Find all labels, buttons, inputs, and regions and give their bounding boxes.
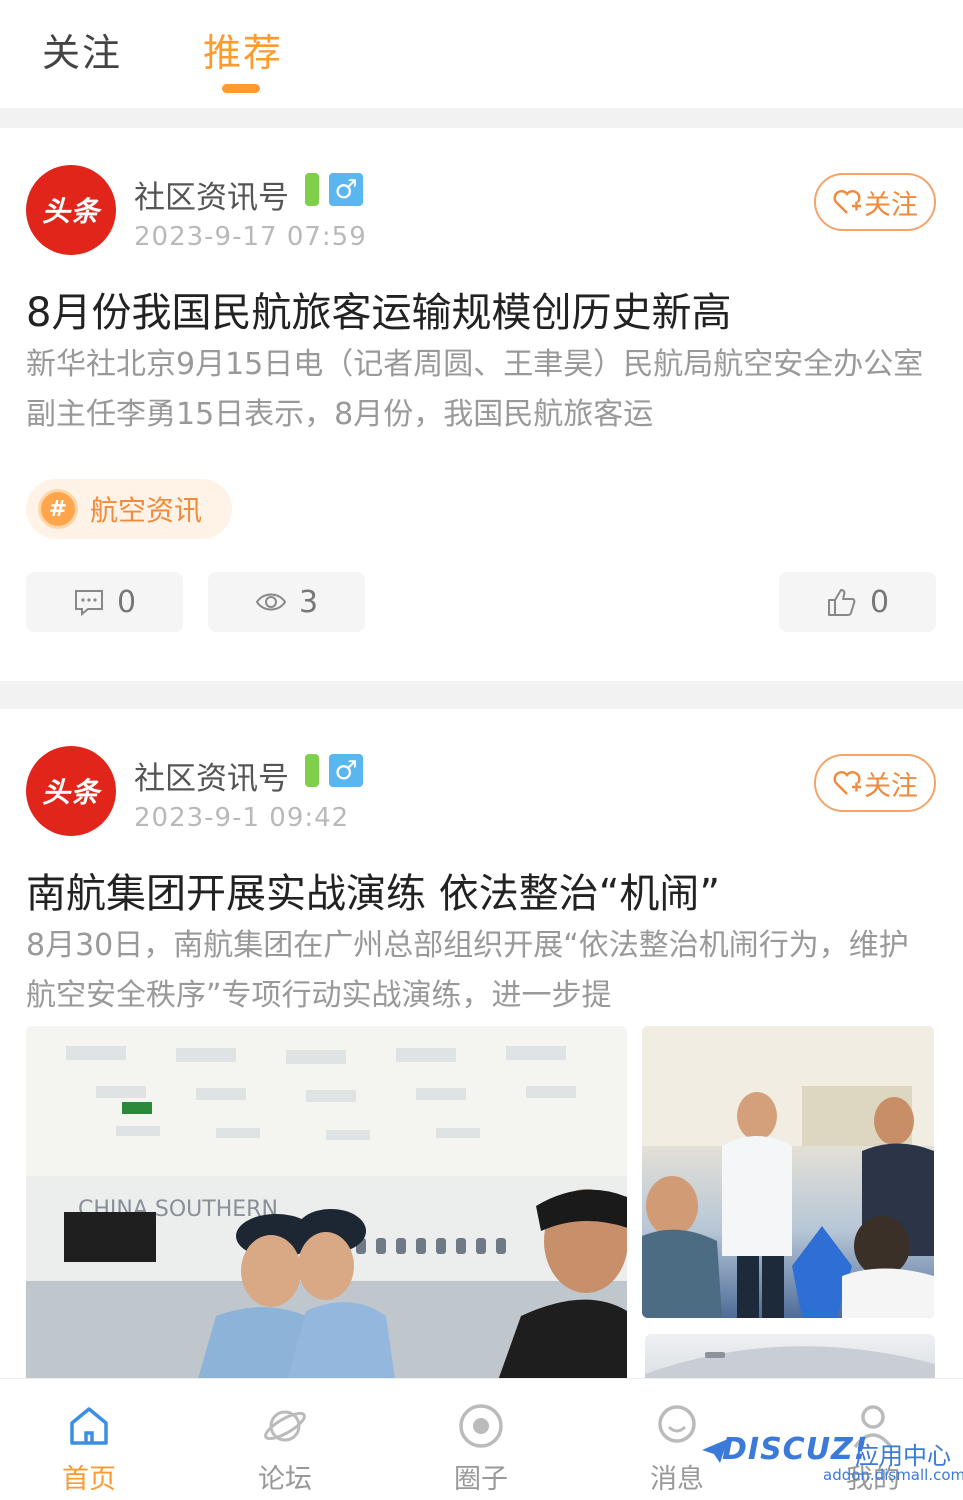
planet-icon [264,1410,306,1442]
heart-plus-icon [833,771,861,795]
heart-plus-icon [833,190,861,214]
avatar[interactable]: 头条 [26,746,116,836]
drill-scene-image: CHINA SOUTHERN [26,1026,627,1386]
follow-button[interactable]: 关注 [814,173,936,231]
avatar[interactable]: 头条 [26,165,116,255]
discuz-watermark: DISCUZ! 应用中心 addon.dismall.com [700,1432,963,1492]
follow-label: 关注 [864,189,918,221]
topic-label: 航空资讯 [90,494,203,527]
app-screen: 关注 推荐 头条 社区资讯号 ♂ 2023-9-17 07:59 关注 8月份我… [0,0,963,1500]
thumbs-up-icon [827,589,856,616]
post-photo-side[interactable] [642,1026,934,1318]
follow-label: 关注 [864,770,918,802]
nav-circle[interactable]: 圈子 [385,1379,577,1500]
post-time: 2023-9-17 07:59 [134,222,367,252]
tab-follow[interactable]: 关注 [42,22,122,77]
level-badge [305,173,319,206]
circle-icon [459,1404,503,1448]
follow-button[interactable]: 关注 [814,754,936,812]
cabin-scene-image [642,1026,934,1318]
watermark-url: addon.dismall.com [823,1466,963,1484]
home-icon [70,1407,108,1445]
post-card[interactable]: 头条 社区资讯号 ♂ 2023-9-17 07:59 关注 8月份我国民航旅客运… [0,128,963,681]
active-tab-indicator [222,84,260,93]
comment-button[interactable]: 0 [26,572,183,632]
views-button: 3 [208,572,365,632]
post-photo-main[interactable]: CHINA SOUTHERN [26,1026,627,1386]
watermark-logo: DISCUZ! [722,1432,869,1467]
like-count: 0 [869,584,890,620]
post-title[interactable]: 8月份我国民航旅客运输规模创历史新高 [26,280,731,338]
topic-tag[interactable]: # 航空资讯 [26,479,233,539]
comment-icon [74,590,103,617]
post-time: 2023-9-1 09:42 [134,803,350,833]
post-excerpt[interactable]: 新华社北京9月15日电（记者周圆、王聿昊）民航局航空安全办公室副主任李勇15日表… [26,340,936,440]
hashtag-icon: # [38,489,78,529]
male-icon: ♂ [329,754,363,787]
level-badge [305,754,319,787]
author-name[interactable]: 社区资讯号 [134,753,289,798]
tab-recommend[interactable]: 推荐 [203,22,283,77]
nav-home[interactable]: 首页 [0,1379,185,1500]
comment-count: 0 [116,584,137,620]
post-excerpt[interactable]: 8月30日，南航集团在广州总部组织开展“依法整治机闹行为，维护航空安全秩序”专项… [26,921,936,1021]
male-icon: ♂ [329,173,363,206]
post-title[interactable]: 南航集团开展实战演练 依法整治“机闹” [26,861,720,919]
message-icon [658,1405,696,1443]
view-count: 3 [298,584,319,620]
eye-icon [255,593,287,611]
nav-forum[interactable]: 论坛 [189,1379,381,1500]
author-name[interactable]: 社区资讯号 [134,172,289,217]
nav-circle-label: 圈子 [454,1464,508,1495]
nav-forum-label: 论坛 [258,1464,312,1495]
like-button[interactable]: 0 [779,572,936,632]
nav-messages-label: 消息 [650,1464,704,1495]
top-tab-bar: 关注 推荐 [0,0,963,108]
nav-home-label: 首页 [62,1464,116,1495]
